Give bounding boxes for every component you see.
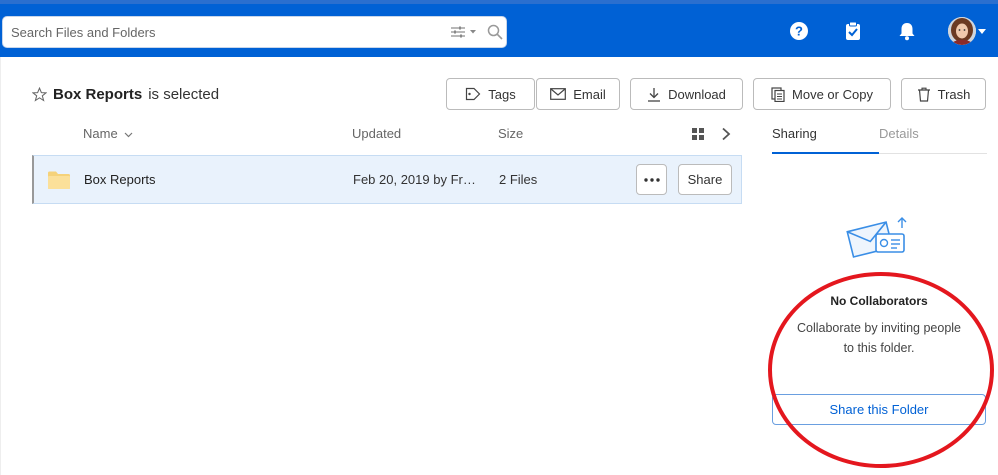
selected-item-suffix: is selected: [148, 85, 220, 103]
empty-state-description: Collaborate by inviting people to this f…: [772, 318, 986, 358]
move-copy-label: Move or Copy: [792, 86, 873, 102]
grid-view-icon[interactable]: [692, 128, 704, 140]
column-name-label: Name: [83, 126, 118, 141]
sort-chevron-down-icon: [124, 132, 133, 137]
file-updated: Feb 20, 2019 by Fr…: [353, 172, 476, 187]
trash-button[interactable]: Trash: [901, 78, 986, 110]
search-icon[interactable]: [487, 24, 503, 40]
empty-state-line-1: Collaborate by inviting people: [797, 321, 961, 335]
empty-state-line-2: to this folder.: [843, 341, 915, 355]
ellipsis-icon: [643, 177, 660, 182]
copy-icon: [771, 86, 785, 102]
empty-state-title: No Collaborators: [830, 294, 928, 308]
trash-icon: [917, 87, 930, 102]
tab-sharing[interactable]: Sharing: [772, 126, 817, 141]
search-input[interactable]: [3, 17, 433, 47]
column-header-updated[interactable]: Updated: [352, 126, 401, 141]
svg-text:?: ?: [795, 24, 803, 39]
folder-icon: [48, 171, 70, 189]
envelope-icon: [550, 88, 567, 100]
download-icon: [648, 87, 661, 102]
search-box[interactable]: [2, 16, 507, 48]
chevron-right-icon[interactable]: [721, 127, 731, 141]
chevron-down-icon[interactable]: [978, 29, 986, 34]
divider: [879, 153, 987, 154]
trash-label: Trash: [937, 86, 971, 102]
column-header-name[interactable]: Name: [83, 126, 133, 141]
column-header-size[interactable]: Size: [498, 126, 523, 141]
envelope-invite-illustration: [846, 217, 907, 258]
file-name[interactable]: Box Reports: [84, 172, 156, 187]
share-this-folder-button[interactable]: Share this Folder: [772, 394, 986, 425]
user-avatar[interactable]: [948, 17, 976, 45]
tab-details[interactable]: Details: [879, 126, 919, 141]
share-button[interactable]: Share: [678, 164, 732, 195]
selection-title: Box Reports is selected: [32, 84, 219, 104]
download-button[interactable]: Download: [630, 78, 743, 110]
tags-button[interactable]: Tags: [446, 78, 535, 110]
selected-item-name: Box Reports: [53, 85, 143, 103]
download-label: Download: [668, 86, 726, 102]
email-label: Email: [573, 86, 606, 102]
email-button[interactable]: Email: [536, 78, 620, 110]
tag-icon: [466, 87, 481, 101]
top-nav-bar: ?: [0, 0, 998, 57]
move-copy-button[interactable]: Move or Copy: [753, 78, 891, 110]
table-row[interactable]: Box Reports Feb 20, 2019 by Fr… 2 Files …: [32, 155, 742, 204]
more-options-button[interactable]: [636, 164, 667, 195]
divider: [0, 57, 1, 475]
star-icon[interactable]: [32, 86, 47, 102]
tasks-clipboard-icon[interactable]: [842, 20, 864, 42]
help-icon[interactable]: ?: [788, 20, 810, 42]
notification-bell-icon[interactable]: [896, 20, 918, 42]
file-size: 2 Files: [499, 172, 538, 187]
search-filter-icon[interactable]: [450, 25, 478, 39]
active-tab-indicator: [772, 152, 879, 154]
tags-label: Tags: [488, 86, 516, 102]
